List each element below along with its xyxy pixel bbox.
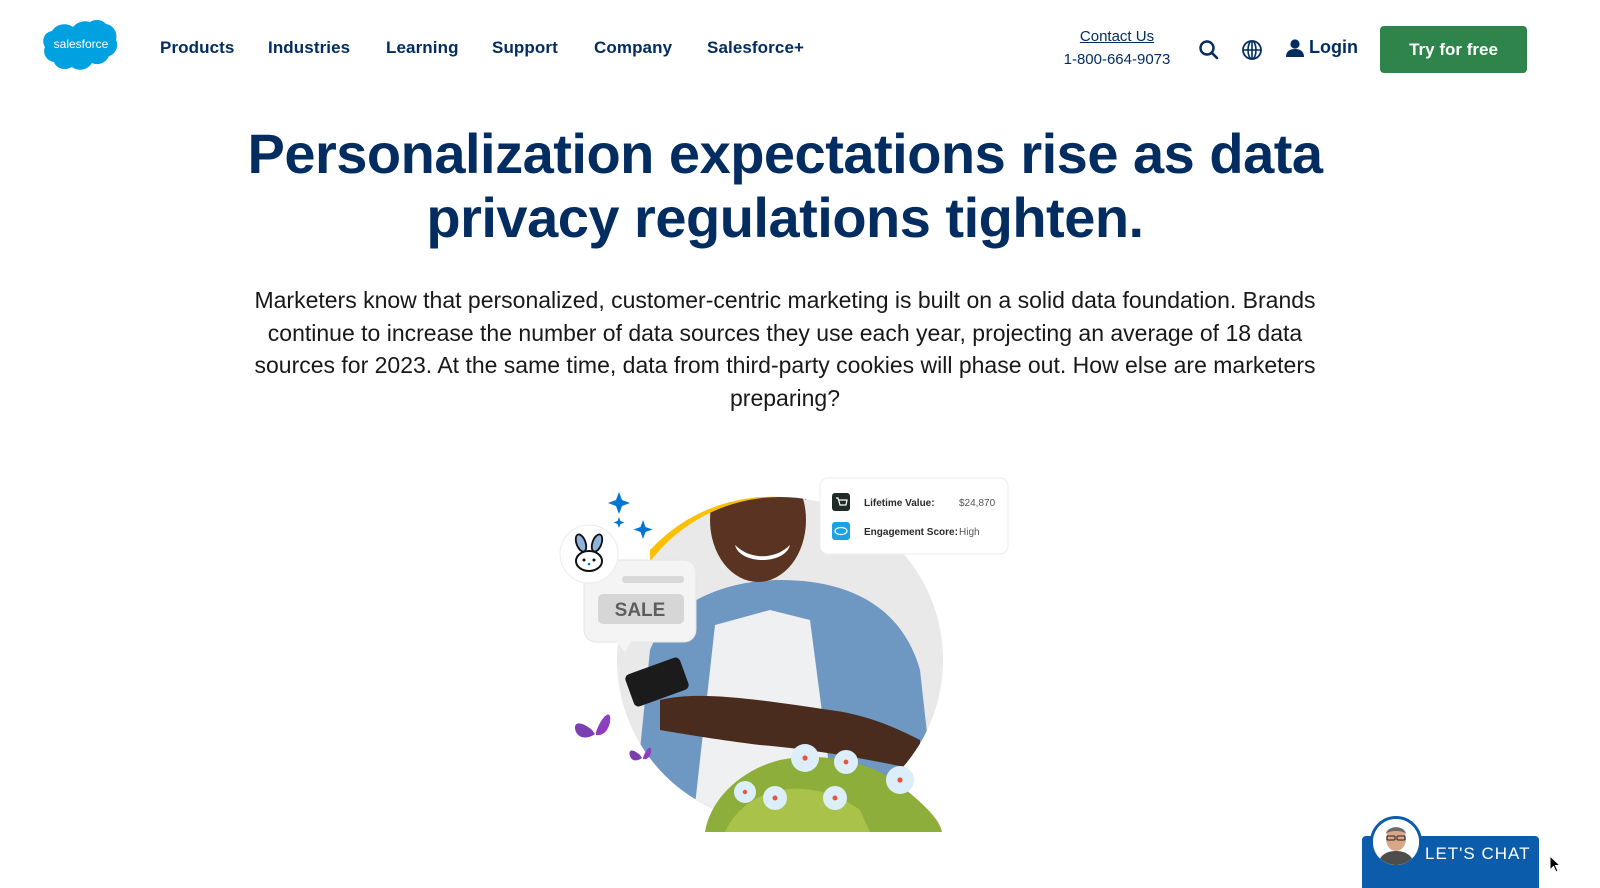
intro-paragraph: Marketers know that personalized, custom…	[254, 287, 1316, 411]
butterfly-icon	[574, 714, 611, 738]
user-icon	[1286, 38, 1304, 57]
search-icon	[1199, 40, 1219, 60]
nav-industries[interactable]: Industries	[268, 38, 350, 58]
headline-line-1: Personalization expectations rise as dat…	[247, 122, 1323, 185]
svg-text:High: High	[959, 527, 980, 538]
chat-widget[interactable]: LET'S CHAT	[1362, 816, 1539, 888]
nav-products[interactable]: Products	[160, 38, 234, 58]
customer-info-card: Lifetime Value: $24,870 Engagement Score…	[819, 477, 1009, 555]
svg-text:Engagement Score:: Engagement Score:	[864, 527, 958, 538]
chat-agent-avatar	[1370, 816, 1422, 868]
language-button[interactable]	[1240, 38, 1264, 62]
contact-us-link[interactable]: Contact Us	[1058, 28, 1176, 45]
svg-text:SALE: SALE	[615, 600, 666, 621]
globe-icon	[1242, 40, 1262, 60]
mouse-cursor-icon	[1549, 855, 1561, 873]
sparkle-icon	[608, 492, 630, 514]
search-button[interactable]	[1197, 38, 1221, 62]
sparkle-icon	[613, 517, 625, 528]
contact-block: Contact Us 1-800-664-9073	[1058, 28, 1176, 68]
login-label: Login	[1309, 37, 1358, 57]
butterfly-icon	[629, 747, 652, 761]
nav-company[interactable]: Company	[594, 38, 672, 58]
bunny-avatar	[559, 524, 619, 584]
nav-support[interactable]: Support	[492, 38, 558, 58]
svg-text:Lifetime Value:: Lifetime Value:	[864, 498, 935, 509]
phone-number[interactable]: 1-800-664-9073	[1058, 51, 1176, 68]
headline-line-2: privacy regulations tighten.	[426, 186, 1144, 249]
svg-text:salesforce: salesforce	[54, 37, 109, 51]
hero-illustration: SALE Lifetime Value: $24,870 Engagement …	[540, 440, 1040, 850]
nav-salesforce-plus[interactable]: Salesforce+	[707, 38, 804, 58]
page-title: Personalization expectations rise as dat…	[0, 122, 1570, 250]
login-button[interactable]: Login	[1285, 37, 1358, 58]
nav-learning[interactable]: Learning	[386, 38, 459, 58]
cart-icon	[832, 493, 850, 511]
try-for-free-button[interactable]: Try for free	[1380, 26, 1527, 73]
svg-text:$24,870: $24,870	[959, 498, 996, 509]
chat-label: LET'S CHAT	[1425, 844, 1531, 863]
sparkle-icon	[633, 520, 653, 539]
site-header: salesforce Products Industries Learning …	[0, 0, 1600, 100]
salesforce-logo[interactable]: salesforce	[42, 19, 118, 73]
